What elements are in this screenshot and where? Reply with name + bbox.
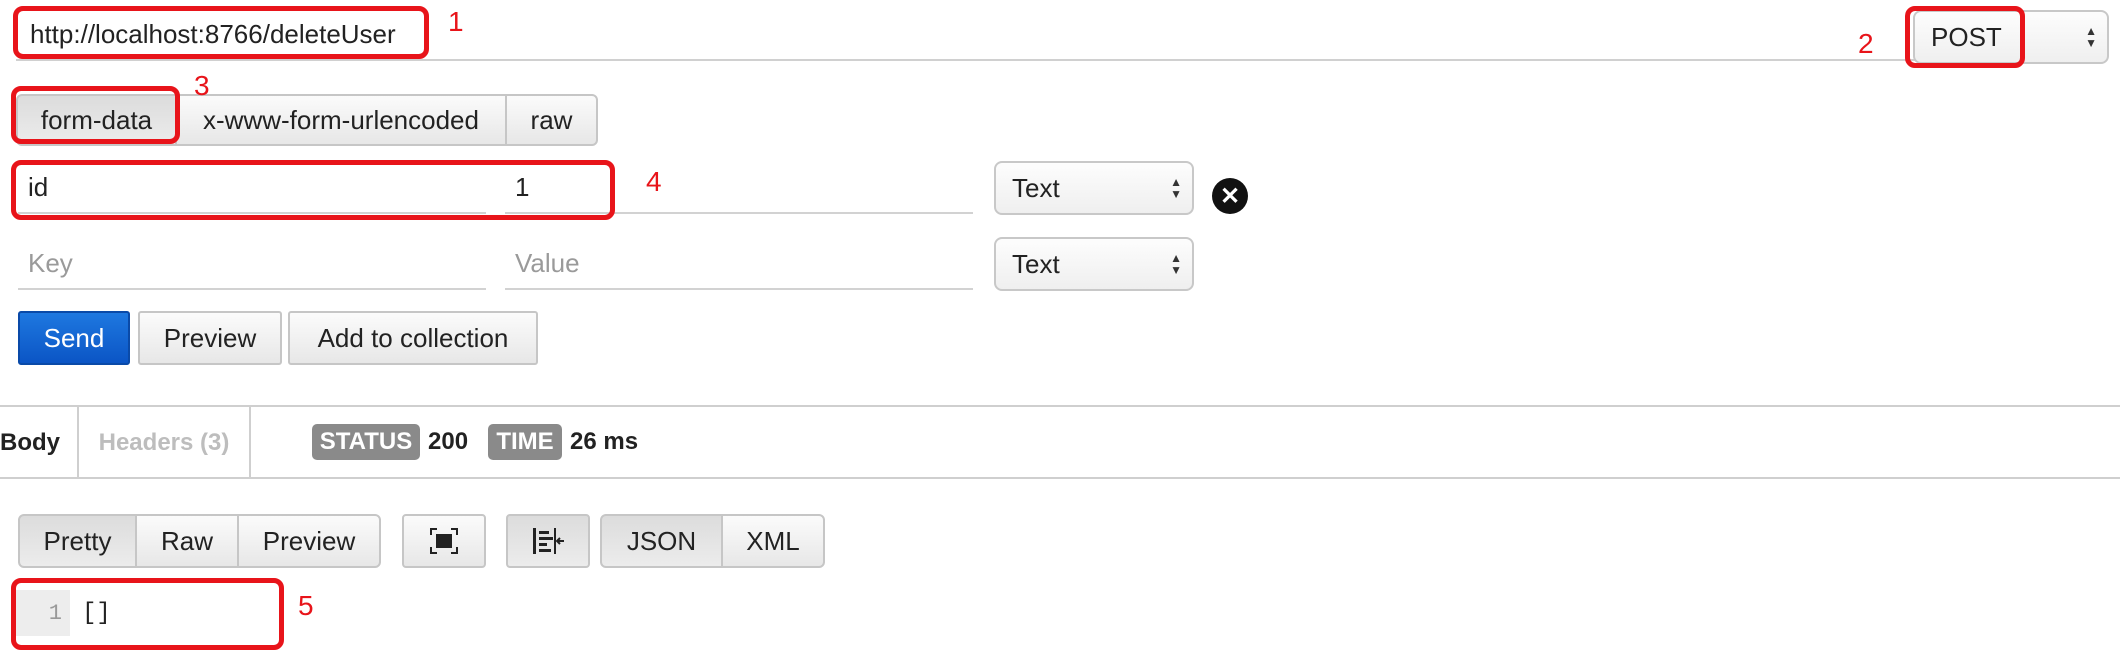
response-content: [] [82, 599, 111, 627]
format-json[interactable]: JSON [600, 514, 723, 568]
status-value: 200 [428, 428, 469, 455]
annotation-number: 3 [194, 70, 210, 101]
body-mode-form-data[interactable]: form-data [16, 94, 177, 146]
tab-body[interactable]: Body [0, 407, 79, 479]
view-mode-raw[interactable]: Raw [137, 514, 239, 568]
x-circle-icon[interactable]: ✕ [1212, 178, 1248, 214]
param-key-input[interactable] [18, 238, 486, 290]
annotation-number: 1 [448, 6, 464, 37]
add-to-collection-button[interactable]: Add to collection [288, 311, 538, 365]
body-mode-urlencoded[interactable]: x-www-form-urlencoded [177, 94, 507, 146]
select-arrows-icon: ▲ ▼ [1170, 175, 1182, 201]
method-select-value: POST [1931, 21, 2002, 52]
method-select[interactable]: POST ▲ ▼ [1913, 10, 2109, 64]
param-type-select[interactable]: Text ▲ ▼ [994, 161, 1194, 215]
annotation-number: 5 [298, 590, 314, 621]
view-mode-pretty[interactable]: Pretty [18, 514, 137, 568]
select-arrows-icon: ▲ ▼ [1170, 251, 1182, 277]
param-type-value: Text [1012, 172, 1060, 203]
wrap-lines-icon [533, 528, 564, 554]
view-mode-preview[interactable]: Preview [237, 514, 381, 568]
annotation-number: 4 [646, 166, 662, 197]
time-value: 26 ms [570, 428, 639, 455]
param-value-input[interactable] [505, 162, 973, 214]
body-mode-raw[interactable]: raw [505, 94, 598, 146]
format-xml[interactable]: XML [721, 514, 825, 568]
wrap-lines-button[interactable] [506, 514, 590, 568]
fullscreen-button[interactable] [402, 514, 486, 568]
divider [0, 477, 2120, 479]
annotation-number: 2 [1858, 28, 1874, 59]
status-badge: STATUS [312, 424, 420, 460]
url-underline [16, 59, 2106, 61]
time-badge: TIME [488, 424, 562, 460]
param-type-select[interactable]: Text ▲ ▼ [994, 237, 1194, 291]
preview-button[interactable]: Preview [138, 311, 282, 365]
send-button[interactable]: Send [18, 311, 130, 365]
tab-headers[interactable]: Headers (3) [79, 407, 251, 479]
param-type-value: Text [1012, 248, 1060, 279]
line-number: 1 [16, 590, 70, 636]
select-arrows-icon: ▲ ▼ [2085, 24, 2097, 50]
param-key-input[interactable] [18, 162, 486, 214]
param-value-input[interactable] [505, 238, 973, 290]
divider [0, 405, 2120, 407]
url-input[interactable] [16, 10, 1896, 58]
fullscreen-icon [430, 528, 458, 554]
